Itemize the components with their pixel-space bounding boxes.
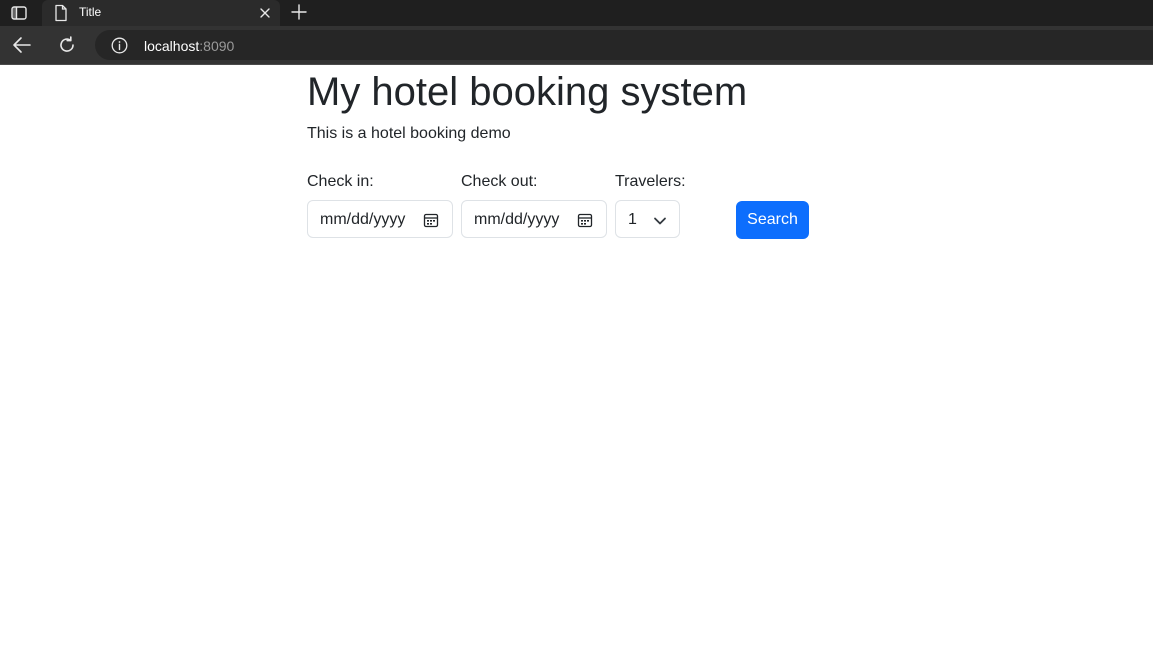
travelers-value: 1 bbox=[628, 211, 637, 228]
tab-title: Title bbox=[79, 5, 102, 19]
url-port: :8090 bbox=[199, 38, 235, 54]
checkout-date-placeholder: mm/dd/yyyy bbox=[474, 211, 560, 228]
browser-tab-strip: Title bbox=[0, 0, 1153, 26]
info-icon[interactable] bbox=[111, 37, 128, 54]
travelers-label: Travelers: bbox=[615, 173, 686, 190]
travelers-select[interactable]: 1 bbox=[615, 200, 680, 238]
address-bar[interactable]: localhost:8090 bbox=[95, 30, 1153, 60]
checkin-date-input[interactable]: mm/dd/yyyy bbox=[307, 200, 453, 238]
checkout-date-input[interactable]: mm/dd/yyyy bbox=[461, 200, 607, 238]
search-button[interactable]: Search bbox=[736, 201, 809, 239]
page-subtitle: This is a hotel booking demo bbox=[307, 125, 511, 142]
page-icon bbox=[53, 3, 69, 23]
checkout-label: Check out: bbox=[461, 173, 538, 190]
calendar-icon[interactable] bbox=[577, 212, 593, 228]
browser-tab[interactable]: Title bbox=[42, 0, 280, 26]
url-host: localhost bbox=[144, 38, 200, 54]
checkin-date-placeholder: mm/dd/yyyy bbox=[320, 211, 406, 228]
chevron-down-icon bbox=[653, 214, 667, 226]
calendar-icon[interactable] bbox=[423, 212, 439, 228]
plus-icon[interactable] bbox=[288, 1, 310, 23]
sidebar-toggle-icon[interactable] bbox=[6, 2, 32, 24]
reload-icon[interactable] bbox=[55, 34, 79, 56]
checkin-label: Check in: bbox=[307, 173, 374, 190]
page-title: My hotel booking system bbox=[307, 70, 748, 114]
browser-toolbar: localhost:8090 bbox=[0, 26, 1153, 65]
close-icon[interactable] bbox=[256, 4, 274, 22]
back-arrow-icon[interactable] bbox=[10, 34, 34, 56]
url-text[interactable]: localhost:8090 bbox=[144, 38, 234, 54]
page-content: My hotel booking system This is a hotel … bbox=[0, 65, 1153, 647]
